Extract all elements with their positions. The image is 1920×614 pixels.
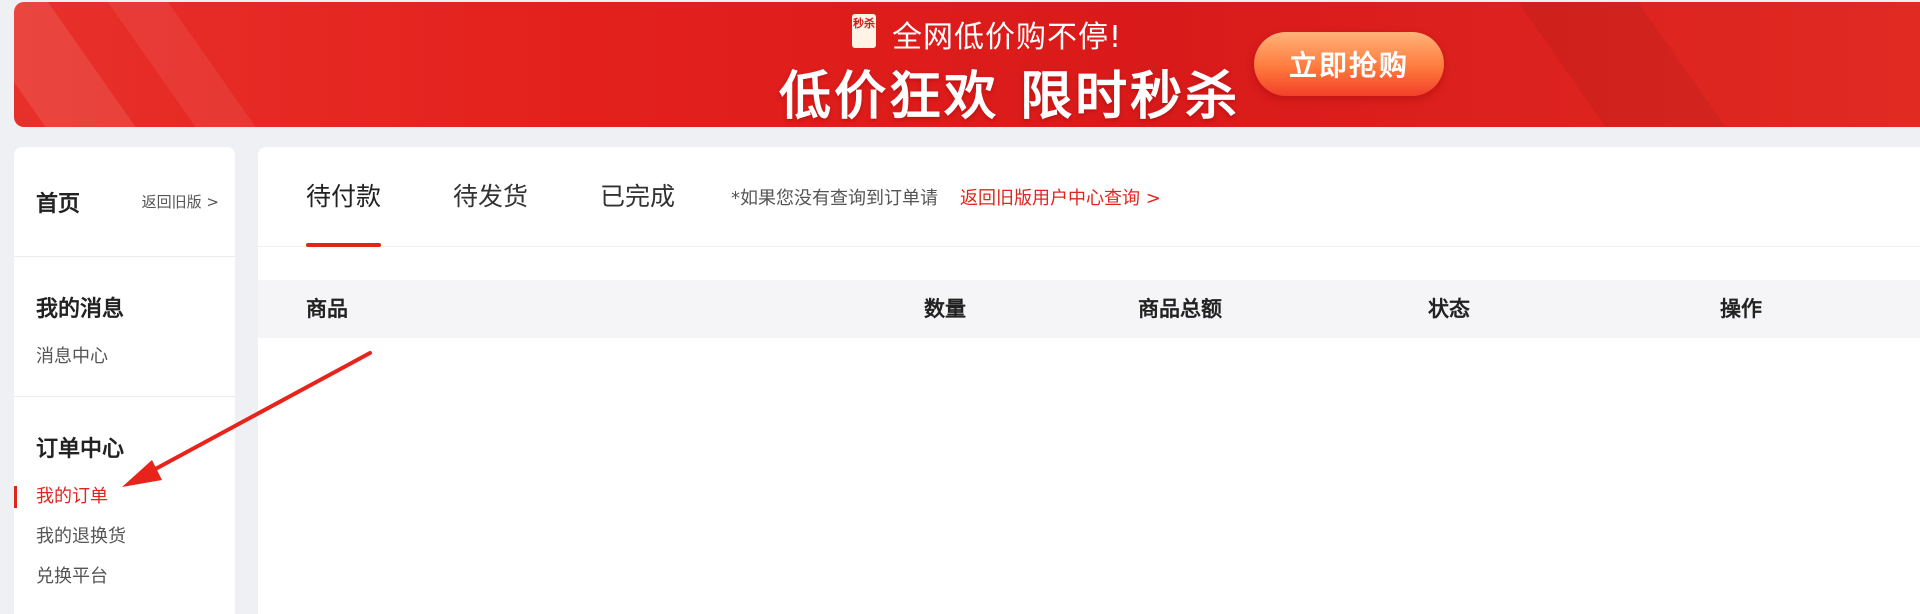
sidebar-item-my-returns[interactable]: 我的退换货 xyxy=(36,517,235,557)
banner-decoration xyxy=(1489,2,1779,127)
sidebar-group-title: 订单中心 xyxy=(36,437,125,462)
sidebar-group-messages: 我的消息 消息中心 xyxy=(14,257,235,397)
banner-slogan: 全网低价购不停! xyxy=(892,20,1123,55)
sidebar-item-my-orders[interactable]: 我的订单 xyxy=(14,477,235,517)
order-status-tabs: 待付款 待发货 已完成 *如果您没有查询到订单请 返回旧版用户中心查询 > xyxy=(258,147,1920,247)
old-user-center-link[interactable]: 返回旧版用户中心查询 > xyxy=(960,184,1161,210)
column-header-product: 商品 xyxy=(306,297,348,321)
sidebar-home-link[interactable]: 首页 xyxy=(36,186,80,218)
order-not-found-note: *如果您没有查询到订单请 xyxy=(731,187,939,209)
orders-panel: 待付款 待发货 已完成 *如果您没有查询到订单请 返回旧版用户中心查询 > 商品… xyxy=(258,147,1920,614)
column-header-quantity: 数量 xyxy=(924,297,966,321)
flash-sale-badge-icon: 秒杀 xyxy=(852,14,876,48)
back-to-old-version-link[interactable]: 返回旧版 > xyxy=(142,191,219,212)
banner-headline: 低价狂欢 限时秒杀 xyxy=(779,67,1241,127)
tab-pending-shipment[interactable]: 待发货 xyxy=(453,147,528,247)
tab-completed[interactable]: 已完成 xyxy=(600,147,675,247)
column-header-status: 状态 xyxy=(1428,297,1470,321)
sidebar-item-exchange-platform[interactable]: 兑换平台 xyxy=(36,557,235,597)
page: 秒杀 全网低价购不停! 低价狂欢 限时秒杀 立即抢购 首页 返回旧版 > 我的消… xyxy=(0,0,1920,614)
column-header-total: 商品总额 xyxy=(1138,297,1222,321)
sidebar-home: 首页 返回旧版 > xyxy=(14,147,235,257)
promo-banner[interactable]: 秒杀 全网低价购不停! 低价狂欢 限时秒杀 立即抢购 xyxy=(14,2,1920,127)
sidebar: 首页 返回旧版 > 我的消息 消息中心 订单中心 我的订单 我的退换货 兑换平台 xyxy=(14,147,235,614)
column-header-actions: 操作 xyxy=(1720,297,1762,321)
sidebar-item-message-center[interactable]: 消息中心 xyxy=(36,337,235,377)
sidebar-group-title: 我的消息 xyxy=(36,297,125,322)
orders-table-header: 商品 数量 商品总额 状态 操作 xyxy=(258,280,1920,338)
buy-now-button[interactable]: 立即抢购 xyxy=(1254,32,1444,96)
sidebar-group-orders: 订单中心 我的订单 我的退换货 兑换平台 xyxy=(14,397,235,597)
tab-pending-payment[interactable]: 待付款 xyxy=(306,147,382,247)
